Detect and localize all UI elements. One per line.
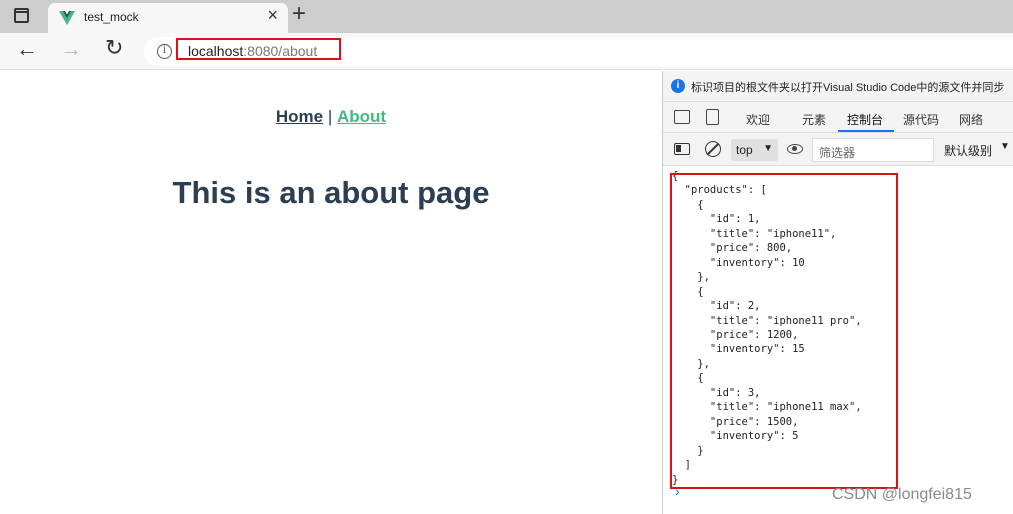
active-tab-indicator: [838, 130, 894, 132]
tab-console[interactable]: 控制台: [847, 111, 883, 128]
context-selector[interactable]: top ▼: [731, 139, 778, 161]
chevron-down-icon: ▼: [763, 143, 773, 154]
console-toolbar: top ▼ 筛选器 默认级别 ▼: [663, 133, 1013, 166]
device-icon[interactable]: [706, 109, 719, 125]
tab-strip: test_mock × +: [0, 0, 1013, 33]
browser-toolbar: ← → ↻ i localhost:8080/about: [0, 33, 1013, 70]
back-arrow-icon[interactable]: ←: [16, 36, 38, 62]
nav-about-link[interactable]: About: [337, 107, 386, 126]
chevron-down-icon[interactable]: ▼: [1000, 141, 1010, 152]
eye-icon[interactable]: [787, 144, 803, 154]
vue-logo-icon: [59, 11, 75, 25]
tab-title: test_mock: [84, 10, 139, 24]
tab-welcome[interactable]: 欢迎: [746, 111, 770, 128]
close-icon[interactable]: ×: [267, 6, 278, 24]
clear-console-icon[interactable]: [705, 141, 721, 157]
devtools-tabs: 欢迎 元素 控制台 源代码 网络: [663, 102, 1013, 133]
page-title: This is an about page: [172, 175, 490, 210]
browser-tab[interactable]: test_mock ×: [48, 3, 288, 33]
filter-placeholder: 筛选器: [819, 146, 856, 160]
url-highlight-box: [176, 38, 341, 60]
context-label: top: [736, 143, 753, 157]
watermark: CSDN @longfei815: [832, 486, 972, 503]
console-sidebar-icon[interactable]: [674, 143, 690, 155]
devtools-infobar: i 标识项目的根文件夹以打开Visual Studio Code中的源文件并同步: [663, 71, 1013, 102]
filter-input[interactable]: 筛选器: [812, 138, 934, 162]
info-icon[interactable]: i: [157, 44, 172, 59]
nav-separator: |: [323, 107, 337, 126]
tab-elements[interactable]: 元素: [802, 111, 826, 128]
output-highlight-box: [670, 173, 898, 489]
page-content: Home | About This is an about page: [0, 71, 662, 514]
nav-home-link[interactable]: Home: [276, 107, 323, 126]
log-levels-dropdown[interactable]: 默认级别: [944, 142, 992, 159]
forward-arrow-icon[interactable]: →: [60, 36, 82, 62]
page-nav: Home | About: [0, 107, 662, 127]
reload-icon[interactable]: ↻: [105, 35, 123, 61]
sidebar-toggle-icon[interactable]: [14, 8, 29, 23]
tab-sources[interactable]: 源代码: [903, 111, 939, 128]
info-icon: i: [671, 79, 685, 93]
plus-icon[interactable]: +: [292, 2, 306, 26]
tab-network[interactable]: 网络: [959, 111, 983, 128]
inspect-icon[interactable]: [674, 110, 690, 124]
infobar-text[interactable]: 标识项目的根文件夹以打开Visual Studio Code中的源文件并同步: [691, 79, 1004, 95]
